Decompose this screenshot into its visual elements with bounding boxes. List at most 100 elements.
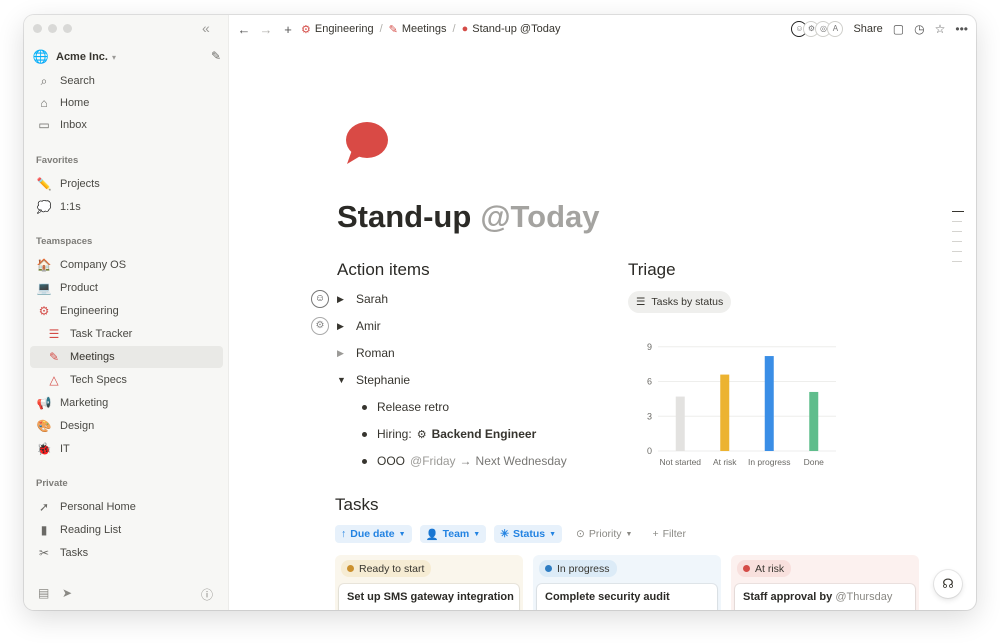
breadcrumb-separator: /: [379, 23, 383, 35]
new-page-plus-icon[interactable]: +: [281, 22, 295, 37]
sidebar-item-label: Tech Specs: [70, 374, 127, 386]
sidebar-item-tech-specs[interactable]: △ Tech Specs: [30, 369, 223, 391]
task-card[interactable]: Set up SMS gateway integration: [339, 584, 519, 610]
sidebar-item-personal-home[interactable]: ➚ Personal Home: [30, 496, 223, 518]
breadcrumb-engineering[interactable]: ⚙ Engineering: [301, 23, 374, 36]
status-label: In progress: [557, 562, 610, 575]
toggle-amir[interactable]: ⚙ ▶ Amir: [311, 316, 381, 336]
bar-done: [809, 391, 819, 451]
sidebar-item-it[interactable]: 🐞 IT: [30, 438, 223, 460]
collapse-sidebar-icon[interactable]: «: [202, 20, 210, 36]
send-icon[interactable]: ➤: [62, 586, 72, 600]
sidebar-footer: ▤ ➤ ⓘ: [24, 576, 229, 610]
toggle-sarah[interactable]: ☺ ▶ Sarah: [311, 289, 389, 309]
history-clock-icon[interactable]: ◷: [914, 22, 924, 36]
add-filter-button[interactable]: + Filter: [646, 525, 691, 543]
list-item[interactable]: Hiring: ⚙ Backend Engineer: [362, 424, 536, 444]
toggle-arrow-icon[interactable]: ▶: [337, 321, 353, 332]
status-icon: ✳: [500, 528, 510, 540]
task-card[interactable]: Staff approval by @Thursday: [735, 584, 915, 610]
workspace-switcher[interactable]: 🌐 Acme Inc. ▾ ✎: [32, 46, 221, 68]
sidebar-item-1on1s[interactable]: 💭 1:1s: [30, 196, 223, 218]
sidebar-item-inbox[interactable]: ▭ Inbox: [30, 114, 223, 136]
ai-assistant-icon[interactable]: ☊: [934, 570, 962, 598]
scissors-icon: ✂: [38, 546, 50, 560]
priority-icon: ⊙: [576, 528, 585, 540]
task-card[interactable]: Complete security audit: [537, 584, 717, 610]
list-item[interactable]: Release retro: [362, 397, 449, 417]
page-title[interactable]: Stand-up @Today: [337, 199, 600, 235]
task-card-title: Set up SMS gateway integration: [347, 591, 514, 603]
avatar: A: [827, 21, 844, 37]
sidebar-item-reading-list[interactable]: ▮ Reading List: [30, 519, 223, 541]
tasks-by-status-view-button[interactable]: ☰ Tasks by status: [628, 291, 732, 313]
page-mention[interactable]: Backend Engineer: [432, 427, 537, 441]
bar-at-risk: [720, 374, 730, 451]
y-tick-label: 9: [647, 342, 652, 352]
maximize-window-button[interactable]: [63, 24, 72, 33]
inbox-icon: ▭: [38, 118, 50, 132]
sidebar-item-tasks[interactable]: ✂ Tasks: [30, 542, 223, 564]
date-mention[interactable]: @Friday: [410, 454, 456, 468]
sidebar-item-label: Personal Home: [60, 501, 136, 513]
sidebar-item-marketing[interactable]: 📢 Marketing: [30, 392, 223, 414]
page-emoji-speech-bubble-icon[interactable]: [342, 120, 390, 168]
globe-icon: 🌐: [32, 49, 50, 64]
comments-icon[interactable]: ▢: [893, 22, 904, 36]
sidebar-item-label: Meetings: [70, 351, 115, 363]
sidebar-item-label: 1:1s: [60, 201, 81, 213]
sidebar-item-label: Search: [60, 75, 95, 87]
templates-icon[interactable]: ▤: [38, 586, 49, 600]
status-badge[interactable]: At risk: [737, 560, 792, 577]
filter-label: Due date: [350, 528, 395, 540]
sidebar-item-task-tracker[interactable]: ☰ Task Tracker: [30, 323, 223, 345]
filter-status-button[interactable]: ✳ Status ▼: [494, 525, 563, 543]
forward-arrow-icon[interactable]: →: [259, 22, 273, 37]
chevron-down-icon: ▾: [111, 52, 116, 62]
more-options-icon[interactable]: •••: [955, 22, 968, 36]
filter-team-button[interactable]: 👤 Team ▼: [419, 525, 487, 543]
new-page-icon[interactable]: ✎: [211, 49, 221, 63]
toggle-arrow-icon[interactable]: ▶: [337, 294, 353, 305]
breadcrumb-standup[interactable]: ● Stand-up @Today: [462, 23, 561, 35]
help-icon[interactable]: ⓘ: [201, 586, 213, 603]
back-arrow-icon[interactable]: ←: [237, 22, 251, 37]
star-icon[interactable]: ☆: [935, 22, 946, 36]
task-card-title: Staff approval by: [743, 591, 833, 603]
sidebar-item-home[interactable]: ⌂ Home: [30, 92, 223, 114]
breadcrumb-meetings[interactable]: ✎ Meetings: [389, 23, 447, 36]
toggle-roman[interactable]: ▶ Roman: [337, 343, 395, 363]
app-window: « 🌐 Acme Inc. ▾ ✎ ⌕ Search ⌂ Home ▭ Inbo…: [24, 15, 976, 610]
status-badge[interactable]: In progress: [539, 560, 617, 577]
sort-due-date-button[interactable]: ↑ Due date ▼: [335, 525, 412, 543]
toggle-stephanie[interactable]: ▼ Stephanie: [337, 370, 410, 390]
sidebar-item-label: Home: [60, 97, 90, 109]
sidebar-item-projects[interactable]: ✏️ Projects: [30, 173, 223, 195]
status-badge[interactable]: Ready to start: [341, 560, 432, 577]
collaborator-avatars[interactable]: ☺ ⚙ ◎ A: [791, 21, 844, 37]
date-mention[interactable]: @Today: [480, 199, 599, 234]
breadcrumb-label: Stand-up @Today: [472, 23, 561, 35]
bullet-icon: [362, 431, 367, 437]
date-mention[interactable]: @Thursday: [835, 591, 892, 603]
gear-icon: ⚙: [416, 428, 427, 441]
minimize-window-button[interactable]: [48, 24, 57, 33]
sidebar-item-company-os[interactable]: 🏠 Company OS: [30, 254, 223, 276]
filter-priority-button[interactable]: ⊙ Priority ▼: [570, 525, 638, 543]
sidebar-item-design[interactable]: 🎨 Design: [30, 415, 223, 437]
toggle-arrow-open-icon[interactable]: ▼: [337, 375, 353, 385]
sidebar-item-meetings[interactable]: ✎ Meetings: [30, 346, 223, 368]
table-of-contents-indicator[interactable]: [952, 211, 964, 271]
toggle-arrow-icon[interactable]: ▶: [337, 348, 353, 359]
top-bar: ← → + ⚙ Engineering / ✎ Meetings / ● Sta…: [229, 15, 976, 43]
status-label: At risk: [755, 562, 785, 575]
sidebar-item-engineering[interactable]: ⚙ Engineering: [30, 300, 223, 322]
share-button[interactable]: Share: [853, 23, 882, 35]
person-name: Sarah: [356, 292, 389, 306]
list-item[interactable]: OOO @Friday → Next Wednesday: [362, 451, 567, 471]
sidebar-item-search[interactable]: ⌕ Search: [30, 70, 223, 92]
sidebar-item-product[interactable]: 💻 Product: [30, 277, 223, 299]
close-window-button[interactable]: [33, 24, 42, 33]
house-icon: 🏠: [36, 258, 52, 272]
search-icon: ⌕: [40, 73, 48, 88]
